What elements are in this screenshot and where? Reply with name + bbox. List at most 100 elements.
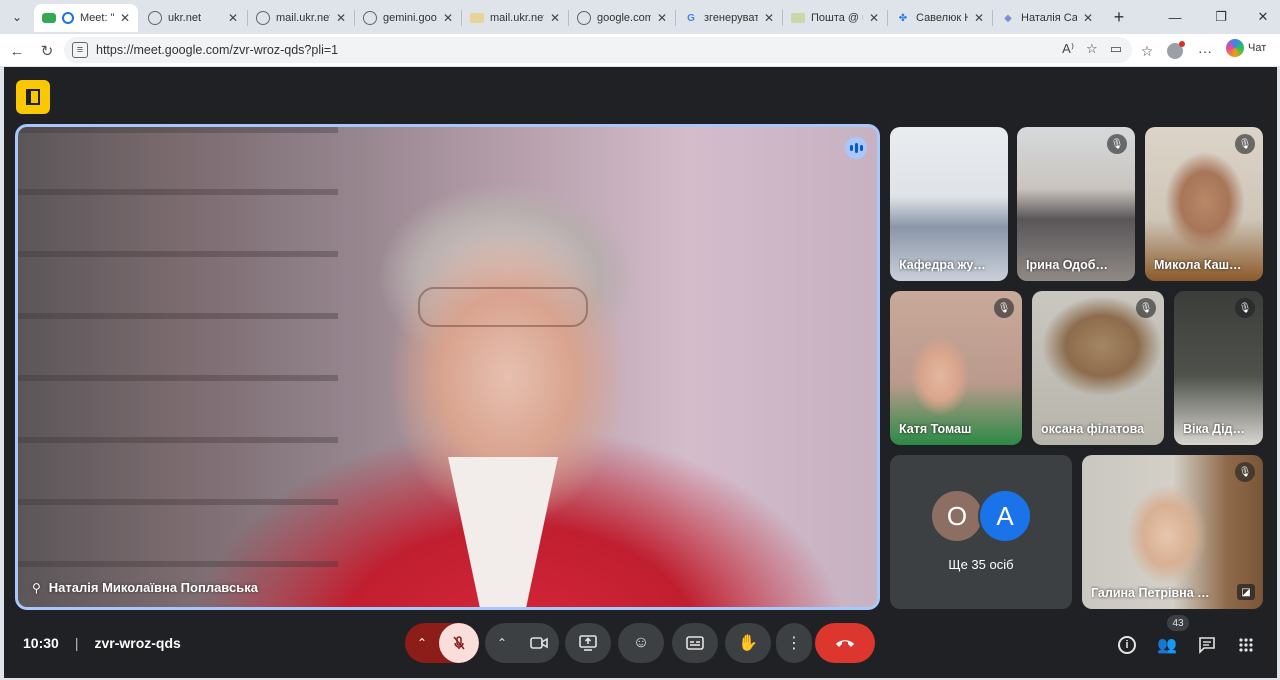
captions-button[interactable] bbox=[672, 623, 718, 663]
tab-gemini[interactable]: gemini.googl ✕ bbox=[355, 4, 461, 32]
url-text: https://meet.google.com/zvr-wroz-qds?pli… bbox=[96, 43, 339, 57]
close-tab-icon[interactable]: ✕ bbox=[550, 11, 560, 25]
avatar: О bbox=[930, 489, 984, 543]
tab-meet[interactable]: Meet: "zv ✕ bbox=[34, 4, 138, 32]
hand-icon: ✋ bbox=[738, 635, 758, 652]
close-tab-icon[interactable]: ✕ bbox=[869, 11, 879, 25]
captions-icon bbox=[686, 636, 704, 650]
close-tab-icon[interactable]: ✕ bbox=[228, 11, 238, 25]
main-speaker-tile[interactable]: ⚲ Наталія Миколаївна Поплавська bbox=[15, 124, 880, 610]
tab-saveliuk[interactable]: ✤ Савелюк Н.М ✕ bbox=[888, 4, 992, 32]
more-vert-icon: ⋮ bbox=[786, 635, 802, 652]
tab-mail-ukr[interactable]: Пошта @ uk ✕ bbox=[783, 4, 887, 32]
copilot-icon bbox=[1226, 39, 1244, 57]
address-bar[interactable]: ≡ https://meet.google.com/zvr-wroz-qds?p… bbox=[64, 37, 1132, 63]
back-button[interactable]: ← bbox=[6, 40, 28, 62]
mail-icon bbox=[791, 13, 805, 23]
tab-ukr-net[interactable]: ukr.net ✕ bbox=[140, 4, 246, 32]
meeting-details-button[interactable]: i bbox=[1115, 633, 1139, 657]
profile-avatar[interactable] bbox=[1164, 40, 1186, 62]
camera-control: ⌃ bbox=[485, 623, 559, 663]
browser-tab-strip: ⌄ Meet: "zv ✕ ukr.net ✕ mail.ukr.net/c ✕… bbox=[0, 0, 1280, 34]
mic-off-icon: 🎙 bbox=[1235, 298, 1255, 318]
read-aloud-icon[interactable]: A⁾ bbox=[1062, 41, 1074, 57]
speaker-video bbox=[448, 457, 558, 607]
speaker-video-detail bbox=[418, 287, 588, 327]
puzzle-icon: ✤ bbox=[898, 12, 908, 24]
mic-off-icon: 🎙 bbox=[994, 298, 1014, 318]
side-panel-button[interactable] bbox=[16, 80, 50, 114]
minimize-button[interactable]: — bbox=[1160, 6, 1190, 28]
tab-mail-ukr-net[interactable]: mail.ukr.net/c ✕ bbox=[248, 4, 354, 32]
present-screen-icon bbox=[579, 635, 597, 651]
tab-label: Савелюк Н.М bbox=[916, 12, 968, 24]
participant-tile[interactable]: 🎙 Віка Дід… bbox=[1174, 291, 1263, 445]
participant-tile[interactable]: 🎙 Ірина Одоб… bbox=[1017, 127, 1135, 281]
mic-off-icon: 🎙 bbox=[1235, 462, 1255, 482]
more-options-button[interactable]: ⋮ bbox=[776, 623, 812, 663]
speaker-name: Наталія Миколаївна Поплавська bbox=[48, 580, 258, 595]
close-tab-icon[interactable]: ✕ bbox=[974, 11, 984, 25]
camera-button[interactable] bbox=[519, 623, 559, 663]
close-tab-icon[interactable]: ✕ bbox=[120, 11, 130, 25]
mic-off-icon: 🎙 bbox=[1235, 134, 1255, 154]
participant-name: Віка Дід… bbox=[1183, 422, 1245, 436]
globe-icon bbox=[148, 11, 162, 25]
video-options-button[interactable]: ⌃ bbox=[485, 623, 519, 663]
copilot-label: Чат bbox=[1248, 42, 1267, 54]
activities-button[interactable] bbox=[1234, 633, 1258, 657]
tab-search-icon[interactable]: ⌄ bbox=[6, 6, 28, 28]
mic-off-button[interactable] bbox=[439, 623, 479, 663]
participant-tile[interactable]: 🎙 Микола Каш… bbox=[1145, 127, 1263, 281]
present-screen-button[interactable] bbox=[565, 623, 611, 663]
favorite-star-icon[interactable]: ☆ bbox=[1086, 41, 1098, 57]
tab-google-search[interactable]: G згенеруват ✕ bbox=[676, 4, 782, 32]
close-tab-icon[interactable]: ✕ bbox=[657, 11, 667, 25]
participant-tile[interactable]: 🎙 Галина Петрівна … ◪ bbox=[1082, 455, 1263, 609]
reactions-button[interactable]: ☺ bbox=[618, 623, 664, 663]
participant-name: Кафедра жу… bbox=[899, 258, 986, 272]
address-toolbar: ← ↻ ≡ https://meet.google.com/zvr-wroz-q… bbox=[0, 34, 1280, 66]
audio-options-button[interactable]: ⌃ bbox=[405, 623, 439, 663]
tab-label: gemini.googl bbox=[383, 12, 437, 24]
chat-button[interactable] bbox=[1195, 633, 1219, 657]
site-info-icon[interactable]: ≡ bbox=[72, 42, 88, 58]
picture-in-picture-icon[interactable]: ◪ bbox=[1237, 584, 1255, 600]
close-tab-icon[interactable]: ✕ bbox=[443, 11, 453, 25]
globe-icon bbox=[256, 11, 270, 25]
video-camera-icon bbox=[530, 637, 548, 649]
leave-call-button[interactable] bbox=[815, 623, 875, 663]
participant-tile[interactable]: Кафедра жу… bbox=[890, 127, 1008, 281]
reload-button[interactable]: ↻ bbox=[36, 40, 58, 62]
new-tab-button[interactable]: + bbox=[1108, 6, 1130, 28]
tab-label: mail.ukr.net/c bbox=[490, 12, 544, 24]
globe-icon bbox=[577, 11, 591, 25]
copilot-button[interactable]: Чат bbox=[1226, 39, 1266, 57]
raise-hand-button[interactable]: ✋ bbox=[725, 623, 771, 663]
participant-name: Микола Каш… bbox=[1154, 258, 1242, 272]
tab-google-com[interactable]: google.com/ ✕ bbox=[569, 4, 675, 32]
speaking-indicator-icon bbox=[845, 137, 867, 159]
close-tab-icon[interactable]: ✕ bbox=[1083, 11, 1093, 25]
tab-mail-ukr-net-2[interactable]: mail.ukr.net/c ✕ bbox=[462, 4, 568, 32]
tab-label: Наталія Саве bbox=[1021, 12, 1077, 24]
close-window-button[interactable]: ✕ bbox=[1248, 6, 1278, 28]
speaker-name-label: ⚲ Наталія Миколаївна Поплавська bbox=[32, 580, 258, 595]
copilot-icon: ◆ bbox=[1004, 12, 1012, 24]
close-tab-icon[interactable]: ✕ bbox=[336, 11, 346, 25]
tab-natalia[interactable]: ◆ Наталія Саве ✕ bbox=[993, 4, 1101, 32]
camera-indicator-icon[interactable]: ▭ bbox=[1110, 41, 1122, 57]
people-button[interactable]: 👥 bbox=[1155, 633, 1179, 657]
apps-grid-icon bbox=[1239, 638, 1253, 652]
maximize-button[interactable]: ❐ bbox=[1206, 6, 1236, 28]
meet-icon bbox=[42, 13, 56, 23]
participant-tile[interactable]: 🎙 оксана філатова bbox=[1032, 291, 1164, 445]
more-menu-icon[interactable]: ··· bbox=[1194, 40, 1216, 62]
more-participants-tile[interactable]: О А Ще 35 осіб bbox=[890, 455, 1072, 609]
info-icon: i bbox=[1118, 636, 1136, 654]
mic-off-icon: 🎙 bbox=[1107, 134, 1127, 154]
favorites-icon[interactable]: ☆ bbox=[1136, 40, 1158, 62]
participant-tile[interactable]: 🎙 Катя Томаш bbox=[890, 291, 1022, 445]
close-tab-icon[interactable]: ✕ bbox=[764, 11, 774, 25]
clock-time: 10:30 bbox=[23, 635, 59, 651]
